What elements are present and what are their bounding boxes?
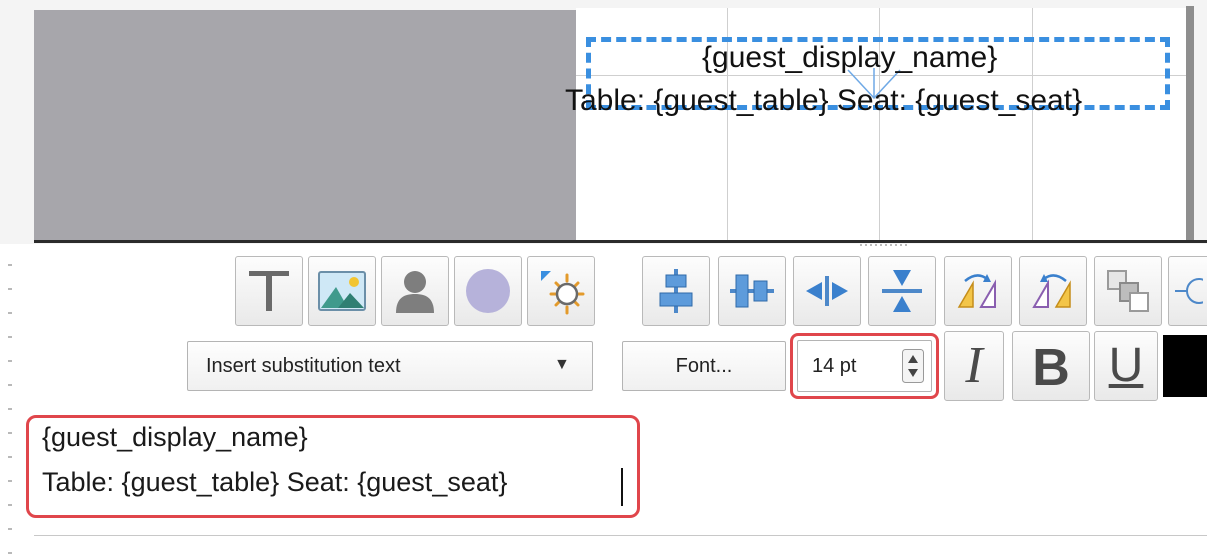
- insert-image-button[interactable]: [308, 256, 376, 326]
- insert-substitution-dropdown[interactable]: Insert substitution text ▼: [187, 341, 593, 391]
- insert-object-button[interactable]: [527, 256, 595, 326]
- text-cursor: [621, 468, 623, 506]
- align-vertical-center-button[interactable]: [718, 256, 786, 326]
- center-horizontally-button[interactable]: [793, 256, 861, 326]
- bring-forward-button[interactable]: [1094, 256, 1162, 326]
- italic-button[interactable]: I: [944, 331, 1004, 401]
- crosshair-icon: [1175, 278, 1203, 304]
- editor-text-line-2[interactable]: Table: {guest_table} Seat: {guest_seat}: [42, 467, 507, 498]
- compress-horizontal-icon: [806, 276, 848, 306]
- font-size-value: 14 pt: [812, 355, 857, 377]
- align-center-vertical-icon: [730, 274, 774, 308]
- underline-icon: U: [1108, 339, 1144, 392]
- divider: [34, 535, 1207, 536]
- canvas-text-line-2: Table: {guest_table} Seat: {guest_seat}: [565, 84, 1083, 117]
- canvas-bottom-border: [34, 240, 1207, 243]
- person-icon: [396, 271, 434, 313]
- italic-icon: I: [965, 337, 983, 394]
- text-icon: [249, 271, 289, 311]
- rotate-left-icon: [1032, 274, 1071, 308]
- align-center-horizontal-icon: [659, 269, 693, 313]
- font-button[interactable]: Font...: [622, 341, 786, 391]
- image-icon: [318, 271, 366, 311]
- canvas-text-line-1: {guest_display_name}: [702, 41, 998, 74]
- insert-text-button[interactable]: [235, 256, 303, 326]
- center-vertically-button[interactable]: [868, 256, 936, 326]
- rotate-left-button[interactable]: [1019, 256, 1087, 326]
- circle-icon: [466, 269, 510, 313]
- font-size-spinner[interactable]: 14 pt: [797, 340, 932, 392]
- spinner-arrows-icon[interactable]: [902, 349, 924, 383]
- gear-icon: [541, 271, 585, 315]
- compress-vertical-icon: [882, 270, 922, 312]
- align-horizontal-center-button[interactable]: [642, 256, 710, 326]
- bold-icon: B: [1032, 339, 1070, 397]
- splitter-handle[interactable]: [860, 244, 908, 246]
- insert-photo-button[interactable]: [381, 256, 449, 326]
- more-tools-button[interactable]: [1168, 256, 1207, 326]
- rotate-right-icon: [957, 274, 996, 308]
- underline-button[interactable]: U: [1094, 331, 1158, 401]
- bring-forward-icon: [1107, 270, 1149, 312]
- editor-text-line-1[interactable]: {guest_display_name}: [42, 422, 308, 453]
- chevron-down-icon: ▼: [554, 356, 570, 373]
- substitution-dropdown-label: Insert substitution text: [206, 355, 401, 377]
- rotate-right-button[interactable]: [944, 256, 1012, 326]
- bold-button[interactable]: B: [1012, 331, 1090, 401]
- design-canvas[interactable]: {guest_display_name} Table: {guest_table…: [0, 0, 1207, 244]
- insert-shape-button[interactable]: [454, 256, 522, 326]
- text-color-swatch[interactable]: [1163, 335, 1207, 397]
